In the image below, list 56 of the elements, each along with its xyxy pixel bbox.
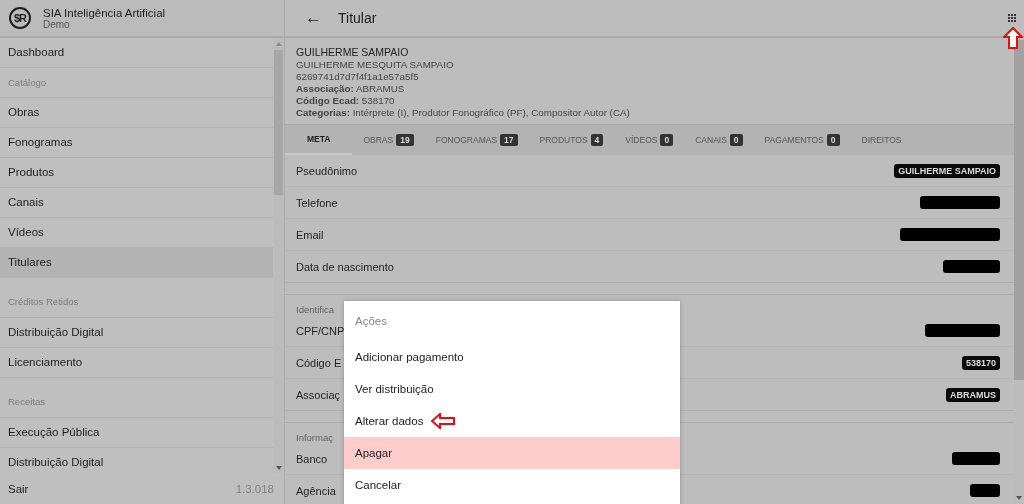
sidebar-item[interactable]: Execução Pública — [0, 418, 273, 448]
scroll-down-icon[interactable] — [275, 466, 282, 470]
sidebar-item[interactable]: Titulares — [0, 248, 273, 278]
sidebar-item[interactable]: Obras — [0, 98, 273, 128]
sidebar-section-label: Catálogo — [0, 68, 273, 98]
holder-full-name: GUILHERME MESQUITA SAMPAIO — [296, 59, 455, 70]
sidebar-item[interactable]: Licenciamento — [0, 348, 273, 378]
holder-fact: Associação: ABRAMUS — [296, 83, 406, 94]
redaction-bar — [943, 260, 1000, 273]
field-label: Código E — [296, 356, 342, 369]
holder-fact: Categorias: Intérprete (I), Produtor Fonográfico (PF), Compositor Autor (CA) — [296, 107, 631, 118]
tab[interactable]: PAGAMENTOS 0 — [753, 125, 851, 155]
section-title: Informaç — [295, 431, 334, 443]
logout-link[interactable]: Sair — [8, 483, 29, 495]
redaction-bar — [952, 452, 1000, 465]
field-label: Associaç — [296, 388, 341, 401]
field-value: 538170 — [961, 355, 1000, 370]
sidebar-item[interactable]: Distribuição Digital — [0, 318, 273, 348]
menu-item[interactable]: Alterar dados — [344, 405, 424, 437]
app-subtitle: Demo — [43, 18, 70, 30]
holder-fact: Código Ecad: 538170 — [296, 95, 396, 106]
field-label: Pseudônimo — [296, 164, 358, 177]
back-button[interactable]: ← — [295, 8, 332, 28]
menu-item[interactable]: Cancelar — [344, 469, 402, 501]
app-name: SIA Inteligência Artificial — [43, 6, 166, 19]
field-label: CPF/CNP — [296, 324, 345, 337]
section-title: Identifica — [295, 303, 336, 315]
tab[interactable]: FONOGRAMAS 17 — [424, 125, 529, 155]
menu-item[interactable]: Ver distribuição — [344, 373, 434, 405]
holder-name: GUILHERME SAMPAIO — [296, 46, 410, 58]
apps-grid-icon[interactable] — [1008, 14, 1016, 22]
field-label: Agência — [296, 484, 336, 497]
field-label: Banco — [296, 452, 328, 465]
menu-item[interactable]: Apagar — [344, 437, 680, 469]
field-value: ABRAMUS — [946, 387, 1000, 402]
redaction-bar — [970, 484, 1000, 497]
page-title: Titular — [338, 10, 377, 26]
version-label: 1.3.018 — [235, 483, 274, 495]
tab[interactable]: PRODUTOS 4 — [528, 125, 615, 155]
field-label: Telefone — [296, 196, 338, 209]
field-value: GUILHERME SAMPAIO — [894, 163, 1000, 178]
tab[interactable]: VÍDEOS 0 — [614, 125, 685, 155]
sidebar-item[interactable]: Produtos — [0, 158, 273, 188]
tab[interactable]: DIREITOS — [850, 125, 913, 155]
field-label: Email — [296, 228, 324, 241]
tab[interactable]: CANAIS 0 — [684, 125, 754, 155]
sidebar-item[interactable]: Fonogramas — [0, 128, 273, 158]
sidebar-item[interactable]: Dashboard — [0, 38, 273, 68]
tab[interactable]: OBRAS 19 — [352, 125, 425, 155]
menu-item[interactable]: Adicionar pagamento — [344, 341, 464, 373]
holder-id: 6269741d7d7f4f1a1e57a5f5 — [296, 71, 420, 82]
scroll-down-icon[interactable] — [1016, 496, 1022, 500]
sheet-title: Ações — [354, 314, 388, 329]
logo-icon: $R — [9, 7, 31, 29]
sidebar-item[interactable]: Canais — [0, 188, 273, 218]
field-label: Data de nascimento — [296, 260, 394, 273]
